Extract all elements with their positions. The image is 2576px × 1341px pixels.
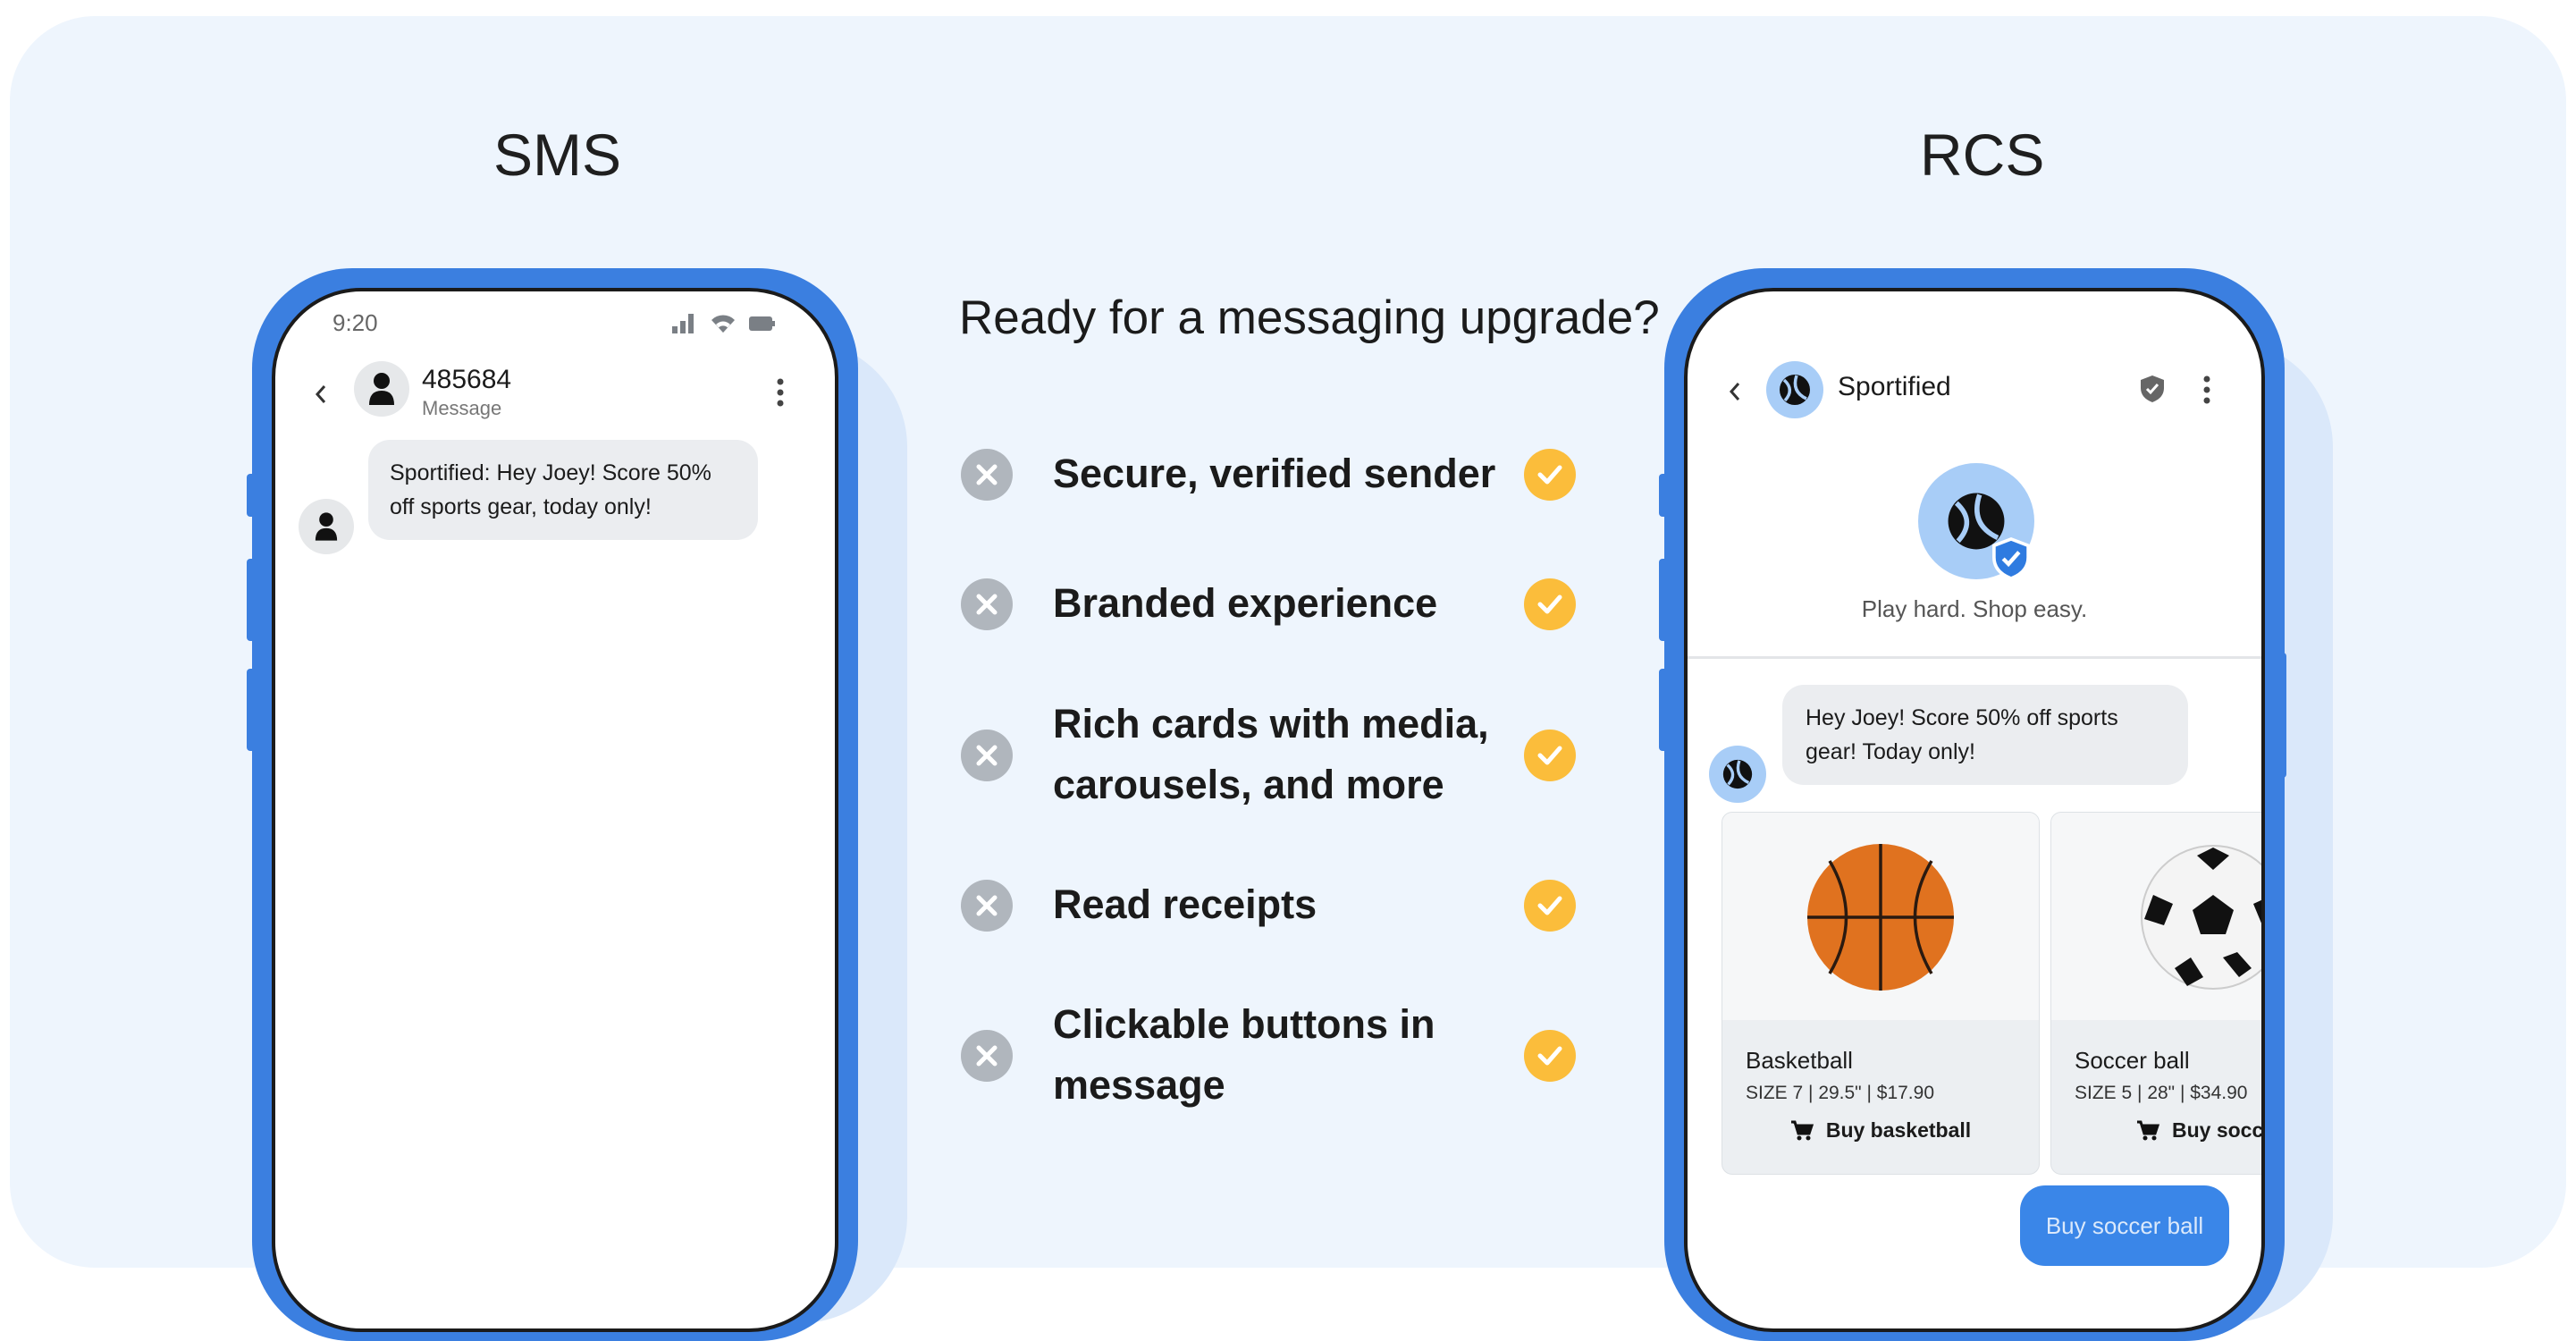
- buy-basketball-button[interactable]: Buy basketball: [1722, 1118, 2039, 1143]
- brand-tagline: Play hard. Shop easy.: [1861, 595, 2088, 622]
- battery-icon: [749, 315, 776, 333]
- signal-icon: [672, 314, 697, 333]
- sms-message-bubble: Sportified: Hey Joey! Score 50% off spor…: [368, 440, 758, 540]
- sender-avatar: [1709, 746, 1766, 803]
- product-image: [2051, 813, 2261, 1020]
- verified-shield-icon[interactable]: [2138, 374, 2167, 404]
- buy-soccer-button[interactable]: Buy soccer: [2051, 1118, 2261, 1143]
- brand-name: Sportified: [1838, 372, 1951, 401]
- rcs-column-title: RCS: [1920, 122, 2045, 188]
- x-circle-icon: [961, 730, 1013, 781]
- feature-clickable-buttons: Clickable buttons in message: [1053, 1001, 1435, 1108]
- feature-rich-cards: Rich cards with media, carousels, and mo…: [1053, 701, 1489, 807]
- brand-logo-icon: [1722, 759, 1753, 789]
- check-circle-icon: [1524, 449, 1576, 501]
- wifi-icon: [710, 313, 737, 334]
- divider: [1688, 656, 2261, 659]
- cart-icon: [1790, 1120, 1814, 1140]
- contact-name: 485684: [422, 365, 512, 394]
- feature-secure-sender: Secure, verified sender: [1053, 451, 1496, 496]
- person-icon: [369, 373, 394, 405]
- person-icon: [315, 512, 338, 541]
- buy-soccer-ball-reply-button[interactable]: Buy soccer ball: [2020, 1185, 2229, 1266]
- sms-column-title: SMS: [493, 122, 622, 188]
- feature-read-receipts: Read receipts: [1053, 881, 1317, 927]
- check-circle-icon: [1524, 730, 1576, 781]
- product-details: SIZE 7 | 29.5" | $17.90: [1746, 1083, 1934, 1103]
- soccer-ball-icon: [2141, 845, 2261, 990]
- product-title: Soccer ball: [2075, 1047, 2190, 1074]
- headline: Ready for a messaging upgrade?: [959, 291, 1660, 344]
- sms-phone: 9:20 485684 Message Sportified: Hey Joey…: [252, 268, 858, 1341]
- check-circle-icon: [1524, 578, 1576, 630]
- rcs-message-bubble: Hey Joey! Score 50% off sports gear! Tod…: [1782, 685, 2188, 785]
- brand-logo-icon[interactable]: [1766, 361, 1823, 418]
- more-vert-icon[interactable]: [2202, 375, 2211, 405]
- feature-branded-experience: Branded experience: [1053, 580, 1438, 626]
- x-circle-icon: [961, 449, 1013, 501]
- status-time: 9:20: [333, 309, 378, 336]
- more-vert-icon[interactable]: [776, 377, 785, 408]
- product-details: SIZE 5 | 28" | $34.90: [2075, 1083, 2248, 1103]
- product-title: Basketball: [1746, 1047, 1853, 1074]
- product-card-basketball[interactable]: Basketball SIZE 7 | 29.5" | $17.90 Buy b…: [1722, 812, 2040, 1175]
- verified-badge-icon: [1990, 536, 2033, 581]
- check-circle-icon: [1524, 880, 1576, 932]
- cart-icon: [2136, 1120, 2159, 1140]
- rcs-phone: Sportified Play hard. Shop easy. Hey Joe…: [1664, 268, 2285, 1341]
- contact-avatar[interactable]: [354, 361, 409, 417]
- sms-phone-screen: 9:20 485684 Message Sportified: Hey Joey…: [272, 288, 838, 1332]
- back-arrow-icon[interactable]: [1725, 378, 1745, 405]
- product-image: [1722, 813, 2039, 1020]
- contact-subtitle: Message: [422, 397, 502, 419]
- status-icons: [672, 313, 776, 334]
- check-circle-icon: [1524, 1030, 1576, 1082]
- product-card-soccer-ball[interactable]: Soccer ball SIZE 5 | 28" | $34.90 Buy so…: [2050, 812, 2261, 1175]
- x-circle-icon: [961, 880, 1013, 932]
- x-circle-icon: [961, 578, 1013, 630]
- x-circle-icon: [961, 1030, 1013, 1082]
- sender-avatar: [299, 499, 354, 554]
- rcs-phone-screen: Sportified Play hard. Shop easy. Hey Joe…: [1684, 288, 2265, 1332]
- basketball-icon: [1807, 844, 1954, 991]
- back-arrow-icon[interactable]: [311, 381, 331, 408]
